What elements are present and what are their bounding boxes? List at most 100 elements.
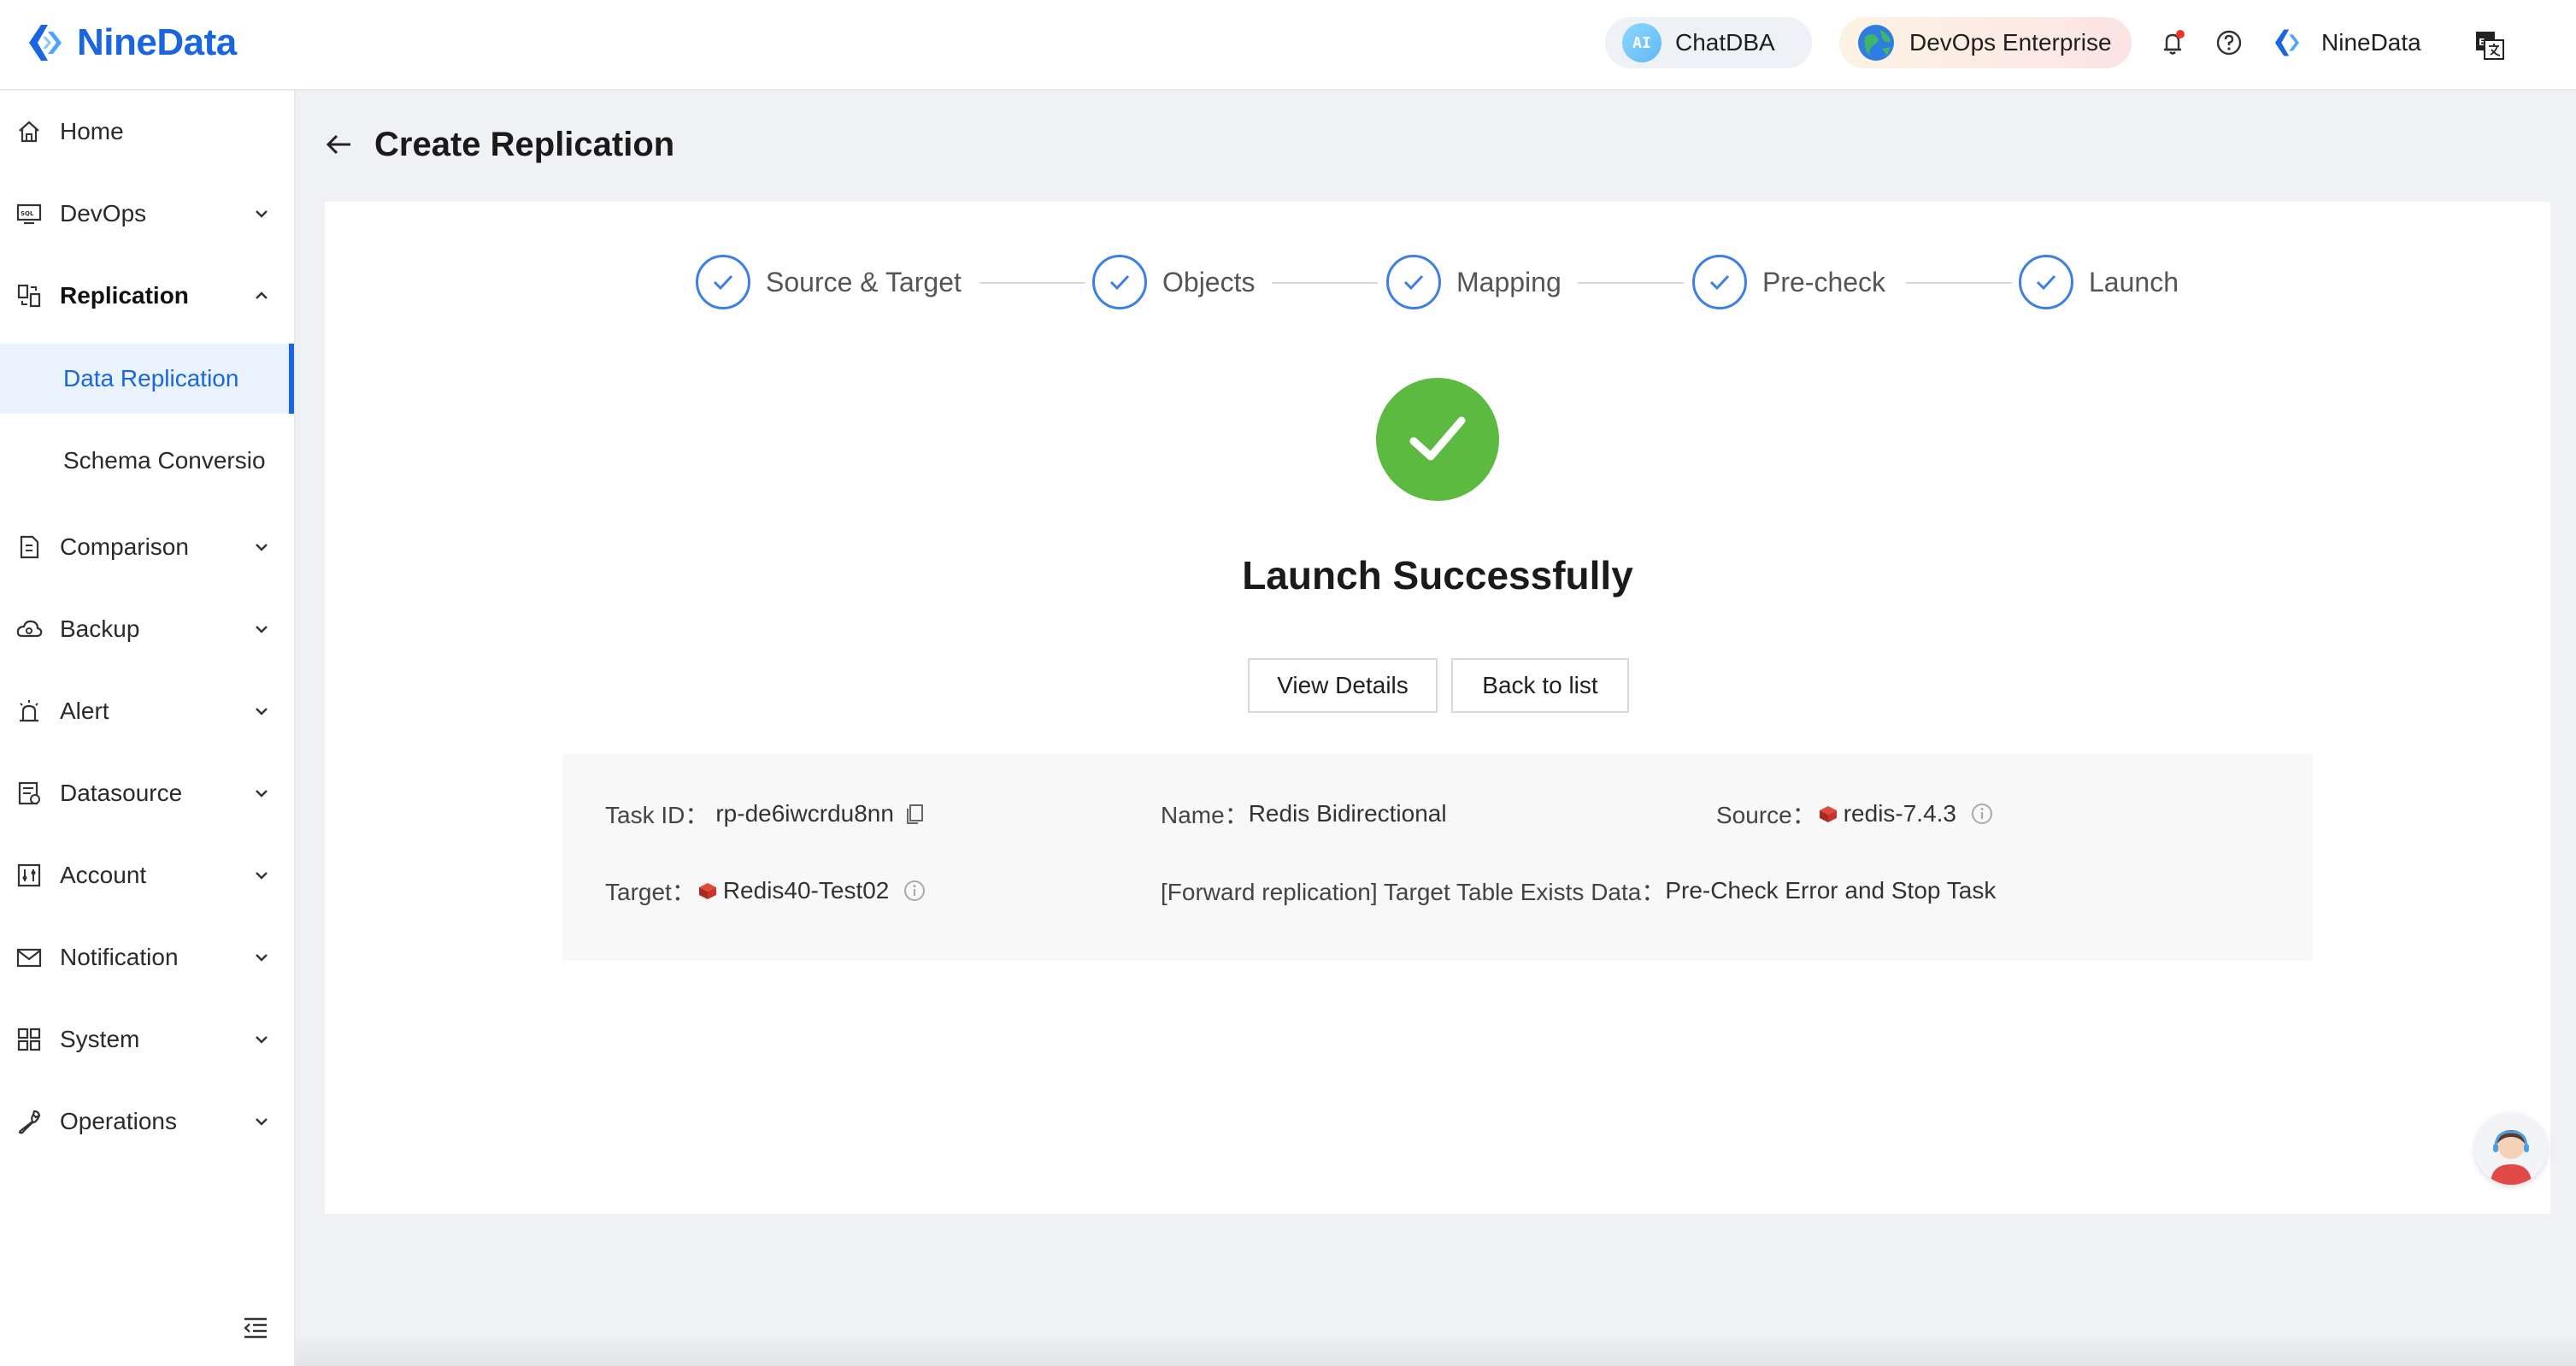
sidebar-item-system[interactable]: System [0, 998, 294, 1080]
info-icon[interactable] [1970, 802, 1994, 826]
sidebar-item-label: Datasource [60, 780, 183, 806]
globe-icon [1858, 25, 1894, 61]
redis-icon [698, 883, 716, 899]
sidebar-item-label: Notification [60, 944, 179, 970]
task-summary: Task ID： rp-de6iwcrdu8nn Name： Redis Bid… [562, 754, 2313, 961]
customer-support-avatar[interactable] [2475, 1113, 2547, 1185]
sidebar-item-label: Comparison [60, 533, 189, 560]
help-icon[interactable] [2214, 27, 2244, 58]
step-label: Objects [1162, 266, 1256, 297]
forward-replication-value: Pre-Check Error and Stop Task [1665, 877, 1997, 904]
sidebar-item-label: Data Replication [63, 365, 239, 392]
comparison-icon [20, 535, 39, 559]
step-connector [1906, 282, 2012, 284]
copy-icon[interactable] [903, 802, 926, 826]
cloud-backup-icon [16, 620, 43, 638]
collapse-sidebar-icon[interactable] [241, 1313, 270, 1342]
sidebar-item-schema-conversion[interactable]: Schema Conversio [0, 426, 294, 496]
step-source-target: Source & Target [696, 255, 962, 309]
logo[interactable]: NineData [22, 17, 237, 68]
sidebar-item-label: System [60, 1026, 140, 1052]
step-pre-check: Pre-check [1692, 255, 1885, 309]
back-to-list-button[interactable]: Back to list [1451, 658, 1629, 713]
info-icon[interactable] [903, 879, 926, 903]
sidebar-item-label: Replication [60, 282, 189, 309]
step-objects: Objects [1092, 255, 1255, 309]
sidebar-item-notification[interactable]: Notification [0, 916, 294, 998]
sidebar-item-label: Schema Conversio [63, 447, 266, 474]
sidebar-item-operations[interactable]: Operations [0, 1080, 294, 1163]
step-label: Launch [2089, 266, 2179, 297]
step-done-marker [1092, 255, 1147, 309]
back-arrow-icon[interactable] [323, 129, 354, 160]
sidebar-item-alert[interactable]: Alert [0, 670, 294, 752]
sql-console-icon: SQL [16, 203, 42, 225]
sidebar-item-label: Home [60, 118, 124, 144]
language-icon[interactable]: En [2473, 29, 2506, 62]
chatdba-label: ChatDBA [1675, 29, 1775, 56]
chevron-down-icon [256, 1036, 268, 1044]
replication-icon [17, 284, 41, 308]
user-menu[interactable]: NineData [2270, 24, 2421, 62]
check-icon [1709, 274, 1730, 291]
support-agent-icon [2475, 1113, 2547, 1185]
step-connector [1578, 282, 1684, 284]
chevron-down-icon [256, 210, 268, 218]
sidebar-item-label: Account [60, 862, 147, 888]
home-icon [19, 121, 39, 143]
step-done-marker [1386, 255, 1441, 309]
target-field: Target： Redis40-Test02 [605, 874, 926, 908]
bell-icon[interactable] [2157, 27, 2188, 58]
step-connector [979, 282, 1085, 284]
redis-icon [1819, 806, 1837, 822]
sidebar-item-datasource[interactable]: Datasource [0, 752, 294, 834]
devops-enterprise-button[interactable]: DevOps Enterprise [1839, 17, 2132, 68]
mail-icon [16, 948, 42, 968]
source-field: Source： redis-7.4.3 [1716, 797, 1994, 831]
sidebar-item-backup[interactable]: Backup [0, 588, 294, 670]
success-badge [1376, 378, 1499, 501]
chevron-down-icon [256, 626, 268, 633]
success-check-icon [1409, 416, 1466, 461]
sidebar-item-label: DevOps [60, 200, 147, 227]
svg-text:SQL: SQL [21, 210, 34, 217]
name-value: Redis Bidirectional [1248, 800, 1447, 827]
step-mapping: Mapping [1386, 255, 1561, 309]
datasource-icon [18, 781, 40, 805]
chatdba-button[interactable]: AI ChatDBA [1605, 17, 1812, 68]
name-label: Name： [1161, 802, 1249, 828]
name-field: Name： Redis Bidirectional [1161, 797, 1447, 831]
user-logo-icon [2274, 29, 2300, 56]
step-label: Mapping [1456, 266, 1561, 297]
sidebar-item-replication[interactable]: Replication [0, 255, 294, 337]
bottom-shade [296, 1339, 2576, 1366]
sidebar-item-label: Alert [60, 698, 109, 724]
step-label: Pre-check [1762, 266, 1886, 297]
task-id-label: Task ID： [605, 802, 709, 828]
chevron-down-icon [256, 954, 268, 962]
account-icon [17, 863, 41, 887]
alert-icon [20, 700, 38, 722]
sidebar-item-label: Operations [60, 1108, 177, 1134]
ai-icon: AI [1622, 23, 1661, 62]
sidebar-item-home[interactable]: Home [0, 91, 294, 173]
sidebar-item-devops[interactable]: SQL DevOps [0, 173, 294, 255]
source-label: Source： [1716, 802, 1816, 828]
user-name: NineData [2321, 29, 2421, 56]
result-card: Source & Target Objects Mapping Pre-chec… [325, 202, 2550, 1214]
step-done-marker [1692, 255, 1747, 309]
sidebar-item-account[interactable]: Account [0, 834, 294, 916]
wrench-icon [18, 1110, 41, 1134]
step-done-marker [2019, 255, 2073, 309]
top-header: NineData AI ChatDBA DevOps Enterprise Ni… [0, 0, 2576, 91]
view-details-button[interactable]: View Details [1248, 658, 1438, 713]
step-label: Source & Target [766, 266, 962, 297]
page-header: Create Replication [323, 123, 674, 166]
chevron-down-icon [256, 790, 268, 798]
sidebar-item-comparison[interactable]: Comparison [0, 506, 294, 588]
sidebar: Home SQL DevOps Replication Data Replica… [0, 91, 296, 1366]
grid-icon [17, 1027, 41, 1051]
sidebar-item-data-replication[interactable]: Data Replication [0, 344, 294, 414]
chevron-up-icon [256, 291, 268, 299]
step-done-marker [696, 255, 750, 309]
